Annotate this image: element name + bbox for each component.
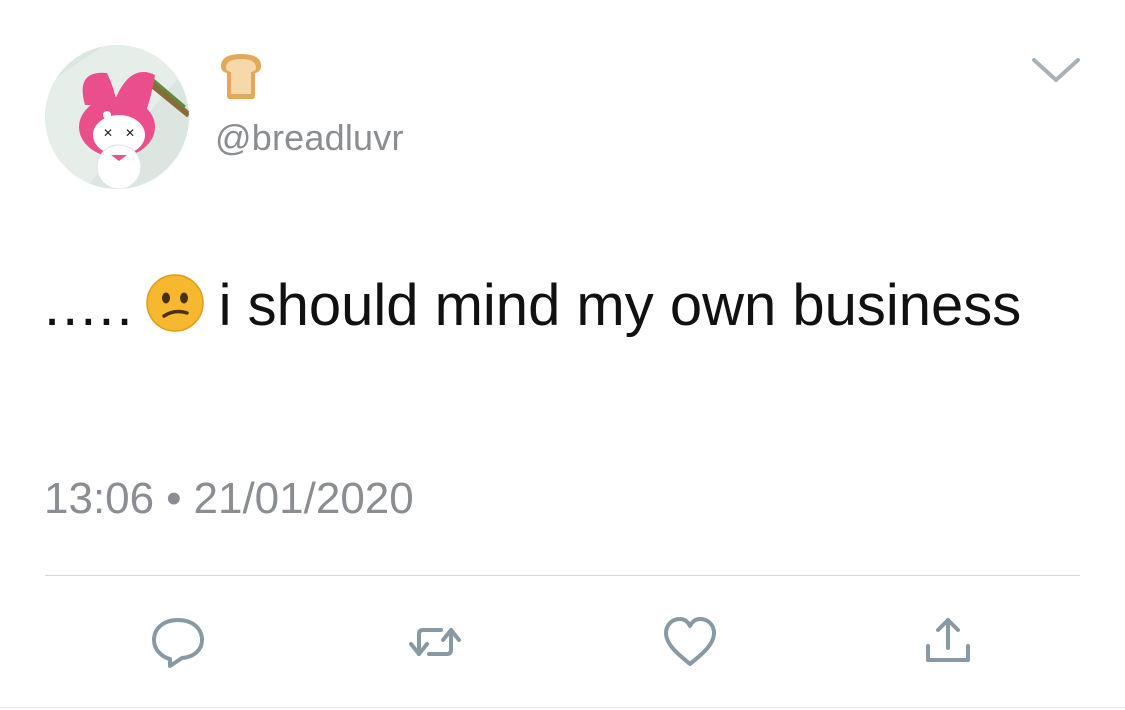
tweet-leading-dots: .....: [44, 273, 135, 338]
like-button[interactable]: [660, 612, 720, 672]
retweet-icon: [409, 628, 461, 656]
user-handle[interactable]: @breadluvr: [215, 117, 404, 159]
tweet-timestamp[interactable]: 13:06 • 21/01/2020: [44, 474, 414, 524]
avatar[interactable]: ✕ ✕: [45, 45, 189, 189]
more-options-button[interactable]: [1030, 52, 1082, 86]
tweet-date: 21/01/2020: [193, 474, 414, 523]
retweet-button[interactable]: [405, 612, 465, 672]
reply-button[interactable]: [148, 612, 208, 672]
svg-text:✕: ✕: [103, 126, 113, 140]
chevron-down-icon: [1032, 58, 1080, 82]
display-name[interactable]: 🍞: [215, 50, 267, 102]
svg-text:✕: ✕: [125, 126, 135, 140]
bottom-divider: [0, 707, 1125, 708]
reply-icon: [152, 618, 204, 668]
tweet-body: i should mind my own business: [218, 273, 1022, 338]
tweet-time: 13:06: [44, 474, 155, 523]
avatar-image: ✕ ✕: [45, 45, 189, 189]
tweet-card: ✕ ✕ 🍞 @breadluvr ..... 😕i: [0, 0, 1125, 710]
bread-icon: [221, 54, 261, 99]
divider: [45, 575, 1080, 576]
share-icon: [926, 618, 970, 662]
heart-icon: [664, 617, 716, 666]
confused-face-icon: 😕: [145, 273, 205, 333]
share-button[interactable]: [918, 612, 978, 672]
tweet-text: ..... 😕i should mind my own business: [44, 266, 1074, 346]
timestamp-separator: •: [166, 474, 182, 523]
